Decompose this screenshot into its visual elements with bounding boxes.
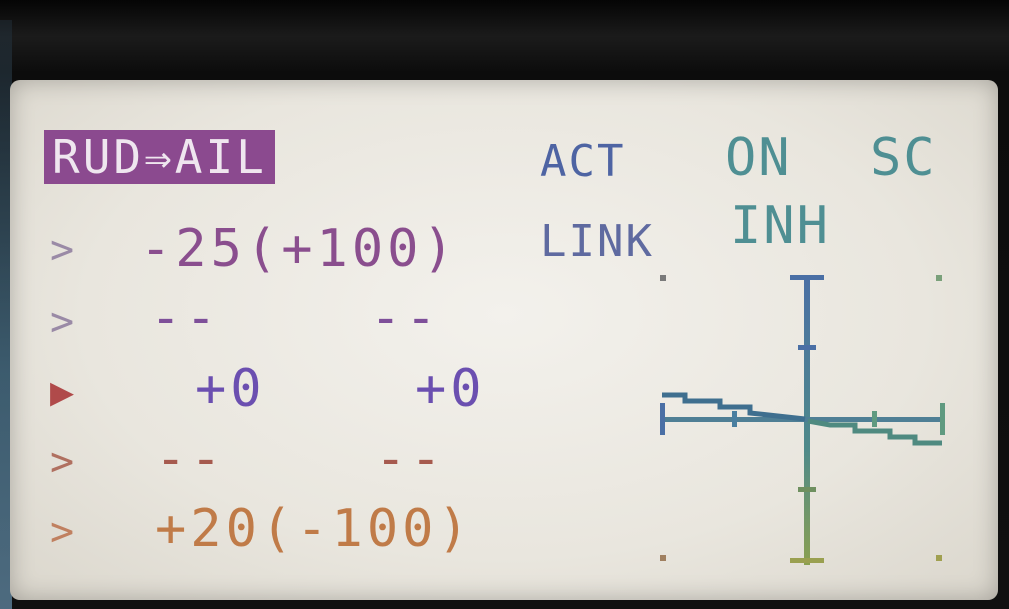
page-title[interactable]: RUD⇒AIL: [44, 130, 275, 184]
axis-cap-left: [660, 403, 665, 435]
radio-body: RUD⇒AIL ACT ON SC LINK INH > -25(+100) >…: [0, 0, 1009, 609]
curve-left-value[interactable]: --: [155, 433, 226, 485]
act-value[interactable]: ON: [725, 132, 792, 184]
rate-right-value[interactable]: +20(-100): [155, 503, 473, 555]
corner-mark: [660, 555, 666, 561]
axis-cap-right: [940, 403, 945, 435]
curve-right-value[interactable]: --: [375, 433, 446, 485]
axis-tick: [872, 411, 877, 427]
act-label: ACT: [540, 136, 626, 187]
axis-cap-top: [790, 275, 824, 280]
row-cursor: >: [50, 439, 77, 485]
switch-label[interactable]: SC: [870, 132, 937, 184]
row-cursor: >: [50, 227, 77, 273]
link-value[interactable]: INH: [730, 200, 830, 252]
expo-right-value[interactable]: --: [370, 292, 441, 344]
expo-left-value[interactable]: --: [150, 292, 221, 344]
lcd-screen: RUD⇒AIL ACT ON SC LINK INH > -25(+100) >…: [10, 80, 998, 600]
axis-tick: [732, 411, 737, 427]
link-label: LINK: [540, 216, 654, 267]
corner-mark: [936, 275, 942, 281]
mix-curve-graph: [660, 275, 945, 565]
axis-tick: [798, 345, 816, 350]
corner-mark: [936, 555, 942, 561]
row-cursor: >: [50, 299, 77, 345]
axis-cap-bottom: [790, 558, 824, 563]
row-cursor: >: [50, 509, 77, 555]
axis-tick: [798, 487, 816, 492]
corner-mark: [660, 275, 666, 281]
offset-right-value[interactable]: +0: [415, 363, 486, 415]
offset-left-value[interactable]: +0: [195, 363, 266, 415]
rate-left-value[interactable]: -25(+100): [140, 223, 458, 275]
row-cursor-selected: ▶: [50, 369, 77, 415]
